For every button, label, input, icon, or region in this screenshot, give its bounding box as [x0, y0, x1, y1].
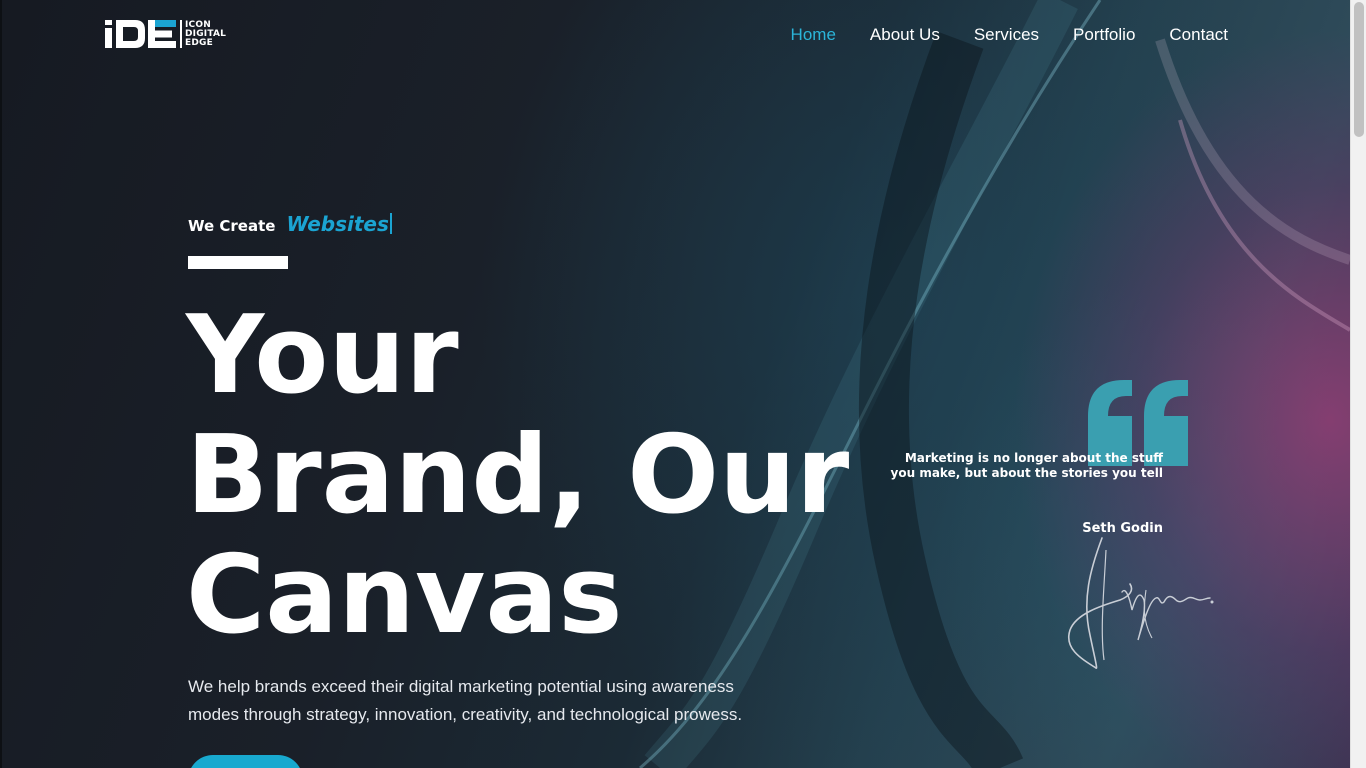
- accent-bar: [188, 256, 288, 269]
- nav-portfolio[interactable]: Portfolio: [1073, 23, 1135, 47]
- headline-line: Your: [186, 293, 459, 418]
- site-logo[interactable]: ICON DIGITAL EDGE: [105, 20, 226, 48]
- page-scrollbar[interactable]: [1350, 0, 1366, 768]
- main-nav: Home About Us Services Portfolio Contact: [791, 23, 1228, 47]
- hero-kicker: We Create Websites: [188, 210, 392, 236]
- headline-line: Brand, Our: [186, 413, 850, 538]
- kicker-typed-text: Websites: [286, 212, 389, 236]
- logo-divider: [180, 20, 182, 48]
- logo-wordmark: ICON DIGITAL EDGE: [185, 19, 227, 48]
- window-edge: [0, 0, 2, 768]
- headline-line: Canvas: [186, 533, 623, 658]
- hero-cta-button[interactable]: [188, 755, 303, 768]
- kicker-static-text: We Create: [188, 217, 276, 235]
- signature-image: [1067, 537, 1214, 669]
- hero-headline: Your Brand, Our Canvas: [186, 296, 886, 656]
- nav-services[interactable]: Services: [974, 23, 1039, 47]
- hero-intro: We help brands exceed their digital mark…: [188, 677, 743, 724]
- scrollbar-thumb[interactable]: [1354, 2, 1364, 137]
- nav-home[interactable]: Home: [791, 23, 836, 47]
- logo-mark-icon: [105, 20, 176, 48]
- nav-about-us[interactable]: About Us: [870, 23, 940, 47]
- quote-text: Marketing is no longer about the stuff y…: [890, 451, 1163, 480]
- typing-caret: [389, 213, 392, 234]
- nav-contact[interactable]: Contact: [1169, 23, 1228, 47]
